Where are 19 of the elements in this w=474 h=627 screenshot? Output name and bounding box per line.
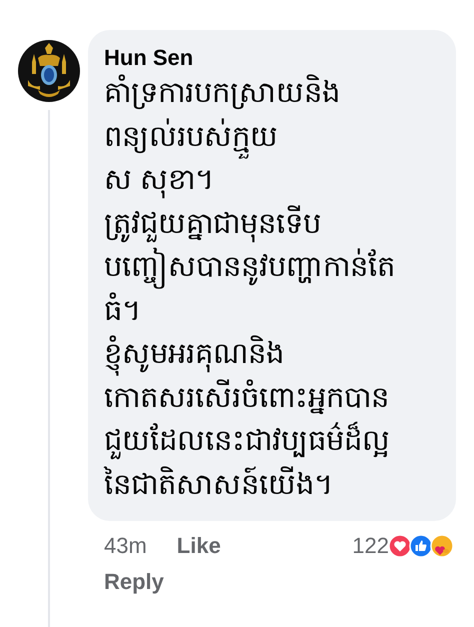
heart-reaction-icon	[388, 534, 412, 558]
comment-text: កោតសរសើរចំពោះអ្នកបាន	[104, 376, 442, 420]
like-reaction-icon	[409, 534, 433, 558]
action-link[interactable]: Reply	[104, 567, 164, 597]
comment-text: នៃជាតិសាសន៍យើង។	[104, 464, 442, 507]
comment-text: ពន្យល់របស់ក្មួយ	[104, 116, 442, 159]
comment-text: ត្រូវជួយគ្នាជាមុនទើប	[104, 202, 442, 246]
comment-text: ខ្ញុំសូមអរគុណនិង	[104, 333, 442, 376]
author-name[interactable]: Hun Sen	[104, 44, 442, 72]
comment-text: បញ្ចៀសបាននូវបញ្ហាកាន់តែ	[104, 246, 442, 290]
comment-text: ស សុខា។	[104, 159, 442, 202]
hug-reaction-icon	[430, 534, 454, 558]
action-link[interactable]: Like	[176, 531, 221, 561]
comment-time[interactable]: 43m	[104, 531, 147, 561]
comment-text: ជួយដែលនេះជាវប្បធម៌ដ៏ល្អ	[104, 420, 442, 464]
emblem-avatar-icon[interactable]	[18, 40, 80, 102]
comment-text: ធំ។	[104, 290, 442, 333]
reaction-count[interactable]: 122	[352, 531, 389, 561]
comment-text: គាំទ្រការបកស្រាយនិង	[104, 72, 442, 116]
